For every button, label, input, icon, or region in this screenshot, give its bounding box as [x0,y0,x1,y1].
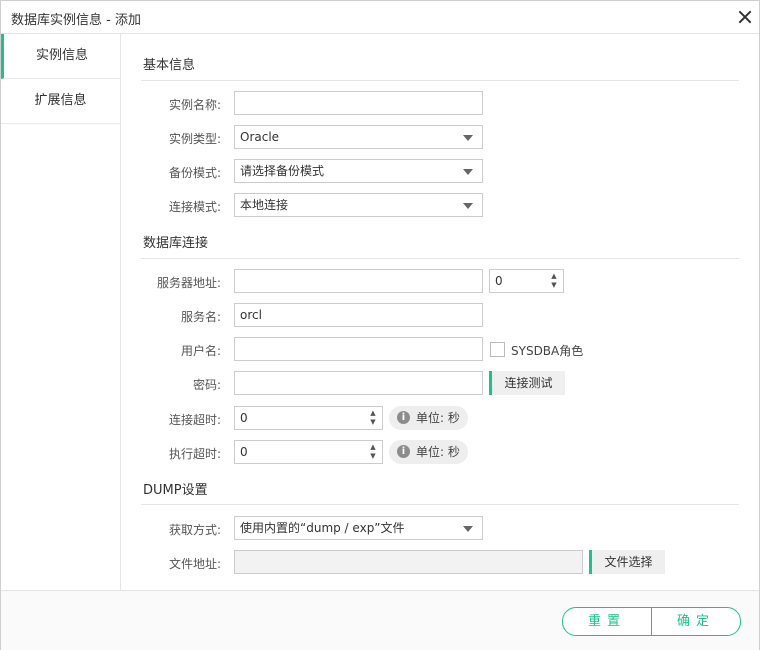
fetch-method-value: 使用内置的“dump / exp”文件 [240,521,405,535]
section-title-dump: DUMP设置 [143,483,208,498]
backup-mode-value: 请选择备份模式 [240,164,325,178]
port-value: 0 [495,274,503,288]
unit-text: 单位: 秒 [416,411,460,425]
backup-mode-select[interactable]: 请选择备份模式 [234,159,483,183]
backup-mode-label: 备份模式: [168,166,221,180]
caret-down-icon [463,526,473,532]
stepper-arrows-icon[interactable]: ▲ ▼ [368,443,378,461]
dialog-title: 数据库实例信息 - 添加 [11,13,141,28]
exec-timeout-stepper[interactable]: 0 ▲ ▼ [234,440,383,464]
divider [141,80,739,81]
close-icon[interactable] [737,9,753,25]
file-address-label: 文件地址: [168,557,221,571]
footer-button-group: 重置 确定 [562,607,741,636]
stepper-arrows-icon[interactable]: ▲ ▼ [368,409,378,427]
server-address-label: 服务器地址: [156,276,221,290]
divider [141,258,739,259]
sysdba-checkbox[interactable] [490,342,505,357]
port-stepper[interactable]: 0 ▲ ▼ [489,269,564,293]
server-address-input[interactable] [234,269,483,293]
service-name-label: 服务名: [180,310,221,324]
info-icon: i [397,411,410,424]
confirm-button[interactable]: 确定 [652,608,740,635]
username-label: 用户名: [180,344,221,358]
exec-timeout-unit-badge: i 单位: 秒 [389,440,468,464]
title-bar: 数据库实例信息 - 添加 [1,1,759,34]
connect-timeout-unit-badge: i 单位: 秒 [389,406,468,430]
connect-mode-value: 本地连接 [240,198,289,212]
fetch-method-label: 获取方式: [168,523,221,537]
service-name-input[interactable] [234,303,483,327]
instance-type-select[interactable]: Oracle [234,125,483,149]
instance-name-input[interactable] [234,91,483,115]
tab-extended-info[interactable]: 扩展信息 [1,79,120,124]
stepper-arrows-icon[interactable]: ▲ ▼ [549,272,559,290]
instance-type-value: Oracle [240,130,280,144]
section-title-basic: 基本信息 [143,58,196,73]
fetch-method-select[interactable]: 使用内置的“dump / exp”文件 [234,516,483,540]
sysdba-label: SYSDBA角色 [511,344,584,358]
connect-mode-label: 连接模式: [168,200,221,214]
reset-button[interactable]: 重置 [563,608,651,635]
info-icon: i [397,445,410,458]
password-input[interactable] [234,371,483,395]
instance-name-label: 实例名称: [168,98,221,112]
section-title-db: 数据库连接 [143,236,209,251]
unit-text: 单位: 秒 [416,445,460,459]
caret-down-icon [463,135,473,141]
file-choose-button[interactable]: 文件选择 [589,550,665,574]
exec-timeout-label: 执行超时: [168,447,221,461]
file-address-input[interactable] [234,550,583,574]
connect-mode-select[interactable]: 本地连接 [234,193,483,217]
connection-test-button[interactable]: 连接测试 [489,371,565,395]
exec-timeout-value: 0 [240,445,248,459]
caret-down-icon [463,169,473,175]
password-label: 密码: [192,378,221,392]
instance-type-label: 实例类型: [168,132,221,146]
username-input[interactable] [234,337,483,361]
form-area: 基本信息 实例名称: 实例类型: Oracle 备份模式: 请选择备份模式 连接… [121,34,759,590]
caret-down-icon [463,203,473,209]
connect-timeout-stepper[interactable]: 0 ▲ ▼ [234,406,383,430]
connect-timeout-value: 0 [240,411,248,425]
sidebar: 实例信息 扩展信息 [1,34,121,590]
dialog-window: 数据库实例信息 - 添加 实例信息 扩展信息 基本信息 实例名称: 实例类型: … [0,0,760,650]
connect-timeout-label: 连接超时: [168,413,221,427]
divider [141,504,739,505]
tab-instance-info[interactable]: 实例信息 [1,34,120,79]
footer: 重置 确定 [1,590,759,650]
